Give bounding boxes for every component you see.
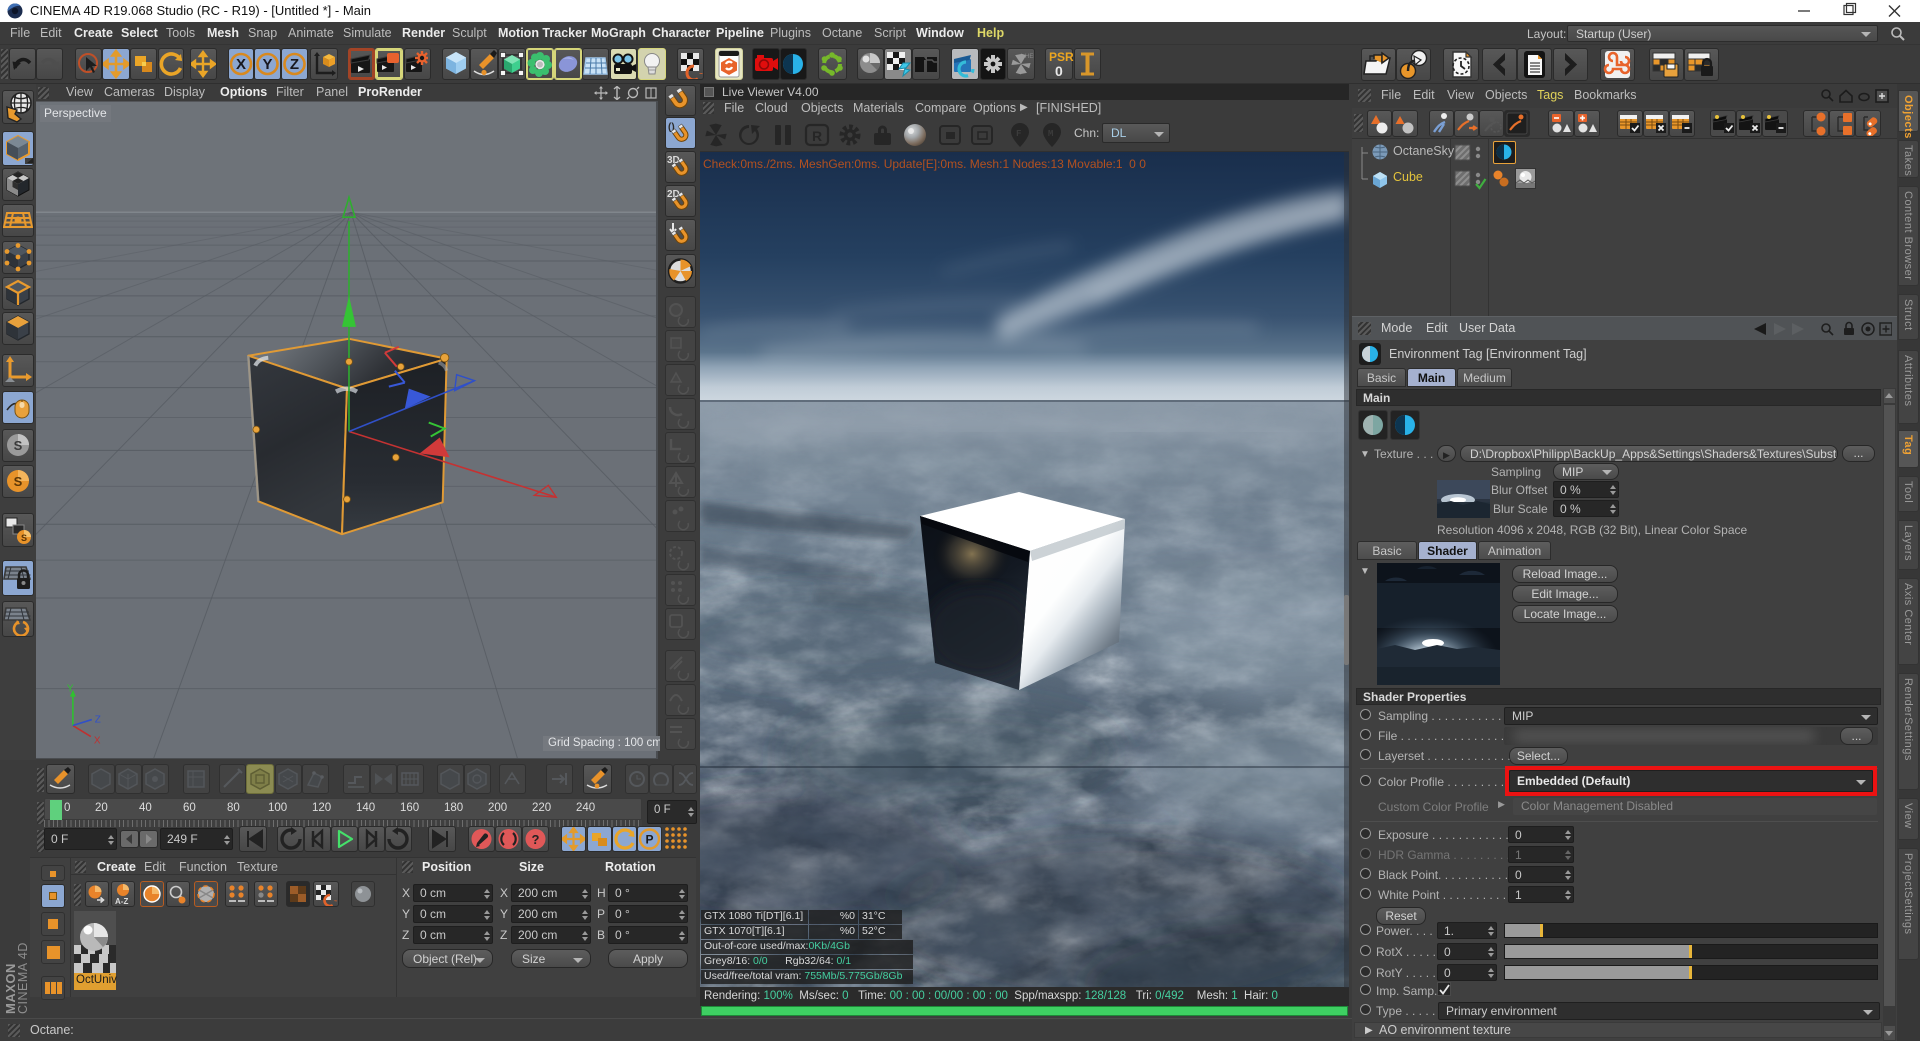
svg-text:S: S — [21, 533, 27, 543]
svg-text:Z: Z — [95, 715, 101, 726]
svg-text:HELP: HELP — [1025, 54, 1034, 60]
svg-text:S: S — [14, 474, 23, 489]
svg-text:S: S — [14, 438, 23, 453]
svg-text:F: F — [1016, 129, 1021, 139]
svg-text:R: R — [812, 128, 822, 144]
svg-text:Y: Y — [262, 56, 272, 73]
svg-text:X: X — [94, 735, 101, 746]
svg-text:Y: Y — [67, 684, 74, 695]
svg-text:M: M — [1048, 129, 1053, 139]
svg-text:X: X — [236, 56, 246, 73]
svg-text:Z: Z — [290, 56, 299, 73]
